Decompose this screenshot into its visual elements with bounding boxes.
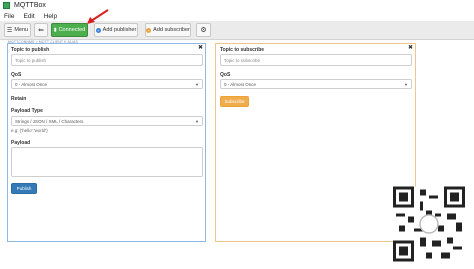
add-subscriber-button[interactable]: + Add subscriber [145, 23, 191, 37]
plus-circle-icon: + [146, 27, 152, 33]
qos-select[interactable]: 0 - Almost Once ▼ [11, 79, 203, 89]
close-icon[interactable]: ✖ [408, 45, 413, 51]
app-logo-icon [3, 2, 10, 9]
payload-type-select-value: Strings / JSON / XML / Characters [15, 118, 84, 124]
menu-bar: File Edit Help [0, 11, 474, 21]
qos-select[interactable]: 0 - Almost Once ▼ [220, 79, 412, 89]
payload-textarea[interactable] [11, 147, 203, 177]
annotation-arrow-icon [87, 9, 109, 24]
qos-select-value: 0 - Almost Once [224, 81, 257, 87]
payload-label: Payload [11, 140, 31, 146]
menu-help[interactable]: Help [44, 13, 57, 20]
connected-button-label: Connected [58, 27, 86, 33]
topic-to-publish-label: Topic to publish [11, 47, 50, 53]
chevron-down-icon: ▼ [195, 82, 199, 87]
qos-label: QoS [11, 72, 22, 78]
qos-select-value: 0 - Almost Once [15, 81, 48, 87]
subscribe-button[interactable]: Subscribe [220, 96, 249, 107]
toolbar: ☰ Menu ⇐ ▮ Connected + Add publisher + A… [0, 21, 474, 40]
menu-button[interactable]: ☰ Menu [4, 23, 31, 37]
signal-icon: ▮ [53, 27, 57, 33]
hamburger-icon: ☰ [6, 27, 13, 34]
back-arrow-icon: ⇐ [38, 27, 44, 34]
payload-hint: e.g: {'hello':'world'} [11, 128, 48, 133]
settings-button[interactable]: ⚙ [196, 23, 211, 37]
publisher-panel: ✖ Topic to publish Topic to publish QoS … [7, 43, 206, 242]
qr-code-icon [393, 186, 465, 262]
topic-to-subscribe-input[interactable]: Topic to subscribe [220, 54, 412, 66]
window-title: MQTTBox [14, 2, 46, 9]
menu-button-label: Menu [14, 27, 29, 33]
add-publisher-label: Add publisher [102, 27, 137, 33]
chevron-down-icon: ▼ [404, 82, 408, 87]
title-bar: MQTTBox [0, 0, 474, 11]
menu-edit[interactable]: Edit [23, 13, 34, 20]
menu-file[interactable]: File [4, 13, 14, 20]
close-icon[interactable]: ✖ [198, 45, 203, 51]
topic-to-subscribe-label: Topic to subscribe [220, 47, 265, 53]
payload-type-label: Payload Type [11, 108, 43, 114]
topic-to-publish-input[interactable]: Topic to publish [11, 54, 203, 66]
plus-circle-icon: + [95, 27, 101, 33]
qos-label: QoS [220, 72, 231, 78]
publish-button[interactable]: Publish [11, 183, 37, 194]
back-button[interactable]: ⇐ [34, 23, 48, 37]
connected-button[interactable]: ▮ Connected [51, 23, 88, 37]
payload-type-select[interactable]: Strings / JSON / XML / Characters ▼ [11, 116, 203, 126]
gear-icon: ⚙ [200, 27, 207, 34]
subscriber-panel: ✖ Topic to subscribe Topic to subscribe … [215, 43, 416, 242]
chevron-down-icon: ▼ [195, 119, 199, 124]
retain-label[interactable]: Retain [11, 96, 26, 102]
add-subscriber-label: Add subscriber [153, 27, 190, 33]
